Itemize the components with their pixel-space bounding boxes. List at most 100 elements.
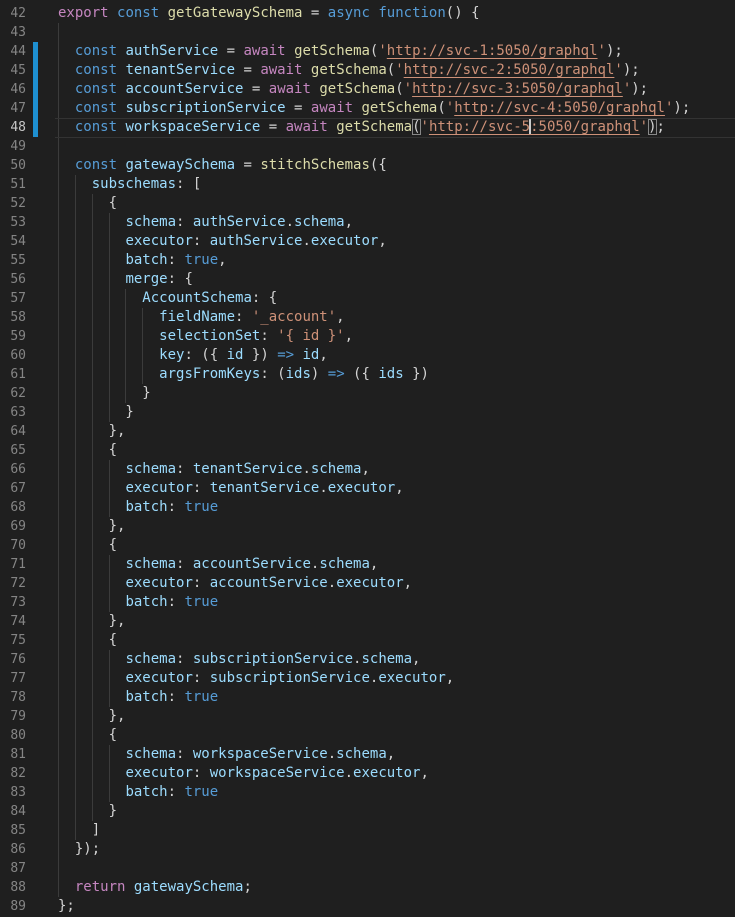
code-line-content[interactable]: }, xyxy=(55,517,735,536)
line-number[interactable]: 66 xyxy=(0,460,55,479)
code-line-content[interactable]: const gatewaySchema = stitchSchemas({ xyxy=(55,156,735,175)
code-line-content[interactable]: executor: authService.executor, xyxy=(55,232,735,251)
code-editor[interactable]: 42export const getGatewaySchema = async … xyxy=(0,0,735,917)
line-number[interactable]: 86 xyxy=(0,840,55,859)
line-number[interactable]: 67 xyxy=(0,479,55,498)
code-line-content[interactable]: batch: true xyxy=(55,498,735,517)
code-line-content[interactable]: const authService = await getSchema('htt… xyxy=(55,42,735,61)
git-modified-indicator[interactable] xyxy=(33,61,38,80)
git-modified-indicator[interactable] xyxy=(33,42,38,61)
line-number[interactable]: 52 xyxy=(0,194,55,213)
line-number[interactable]: 84 xyxy=(0,802,55,821)
git-modified-indicator[interactable] xyxy=(33,99,38,118)
line-number[interactable]: 43 xyxy=(0,23,55,42)
line-number[interactable]: 80 xyxy=(0,726,55,745)
git-modified-indicator[interactable] xyxy=(33,118,38,137)
code-line-content[interactable]: { xyxy=(55,726,735,745)
line-number[interactable]: 44 xyxy=(0,42,55,61)
line-number[interactable]: 48 xyxy=(0,118,55,137)
code-line-content[interactable]: }, xyxy=(55,707,735,726)
code-line-content[interactable]: merge: { xyxy=(55,270,735,289)
code-line-content[interactable]: }, xyxy=(55,422,735,441)
code-line-content[interactable]: { xyxy=(55,194,735,213)
url-link-text[interactable]: http://svc-5 xyxy=(429,119,530,135)
code-line-content[interactable]: ] xyxy=(55,821,735,840)
code-line-content[interactable] xyxy=(55,859,735,878)
line-number[interactable]: 85 xyxy=(0,821,55,840)
line-number[interactable]: 74 xyxy=(0,612,55,631)
code-line-content[interactable]: AccountSchema: { xyxy=(55,289,735,308)
line-number[interactable]: 57 xyxy=(0,289,55,308)
code-line-content[interactable]: executor: tenantService.executor, xyxy=(55,479,735,498)
code-line-content[interactable]: }); xyxy=(55,840,735,859)
code-line-content[interactable]: const workspaceService = await getSchema… xyxy=(55,118,735,137)
code-line-content[interactable]: selectionSet: '{ id }', xyxy=(55,327,735,346)
line-number[interactable]: 59 xyxy=(0,327,55,346)
code-line-content[interactable] xyxy=(55,23,735,42)
code-line-content[interactable]: const accountService = await getSchema('… xyxy=(55,80,735,99)
code-line-content[interactable]: schema: subscriptionService.schema, xyxy=(55,650,735,669)
line-number[interactable]: 83 xyxy=(0,783,55,802)
code-line-content[interactable]: batch: true xyxy=(55,688,735,707)
line-number[interactable]: 76 xyxy=(0,650,55,669)
code-line-content[interactable]: } xyxy=(55,403,735,422)
code-line-content[interactable]: export const getGatewaySchema = async fu… xyxy=(55,4,735,23)
url-link-text[interactable]: :5050/graphql xyxy=(530,119,640,135)
line-number[interactable]: 47 xyxy=(0,99,55,118)
git-modified-indicator[interactable] xyxy=(33,80,38,99)
line-number[interactable]: 75 xyxy=(0,631,55,650)
code-line-content[interactable]: const tenantService = await getSchema('h… xyxy=(55,61,735,80)
line-number[interactable]: 69 xyxy=(0,517,55,536)
code-line-content[interactable]: schema: authService.schema, xyxy=(55,213,735,232)
line-number[interactable]: 73 xyxy=(0,593,55,612)
code-line-content[interactable]: schema: workspaceService.schema, xyxy=(55,745,735,764)
line-number[interactable]: 64 xyxy=(0,422,55,441)
line-number[interactable]: 68 xyxy=(0,498,55,517)
line-number[interactable]: 82 xyxy=(0,764,55,783)
code-line-content[interactable]: } xyxy=(55,802,735,821)
line-number[interactable]: 79 xyxy=(0,707,55,726)
line-number[interactable]: 87 xyxy=(0,859,55,878)
line-number[interactable]: 55 xyxy=(0,251,55,270)
line-number[interactable]: 78 xyxy=(0,688,55,707)
line-number[interactable]: 65 xyxy=(0,441,55,460)
line-number[interactable]: 88 xyxy=(0,878,55,897)
code-line-content[interactable]: }; xyxy=(55,897,735,916)
line-number[interactable]: 81 xyxy=(0,745,55,764)
line-number[interactable]: 56 xyxy=(0,270,55,289)
line-number[interactable]: 61 xyxy=(0,365,55,384)
code-line-content[interactable]: batch: true xyxy=(55,783,735,802)
line-number[interactable]: 53 xyxy=(0,213,55,232)
line-number[interactable]: 60 xyxy=(0,346,55,365)
code-line-content[interactable]: }, xyxy=(55,612,735,631)
code-line-content[interactable]: schema: accountService.schema, xyxy=(55,555,735,574)
line-number[interactable]: 45 xyxy=(0,61,55,80)
code-line-content[interactable]: { xyxy=(55,441,735,460)
code-line-content[interactable]: subschemas: [ xyxy=(55,175,735,194)
code-line-content[interactable]: schema: tenantService.schema, xyxy=(55,460,735,479)
url-link-text[interactable]: http://svc-4:5050/graphql xyxy=(454,100,665,116)
code-line-content[interactable]: argsFromKeys: (ids) => ({ ids }) xyxy=(55,365,735,384)
code-line-content[interactable]: executor: subscriptionService.executor, xyxy=(55,669,735,688)
url-link-text[interactable]: http://svc-3:5050/graphql xyxy=(412,81,623,97)
code-line-content[interactable]: key: ({ id }) => id, xyxy=(55,346,735,365)
url-link-text[interactable]: http://svc-1:5050/graphql xyxy=(387,43,598,59)
code-line-content[interactable]: batch: true xyxy=(55,593,735,612)
line-number[interactable]: 58 xyxy=(0,308,55,327)
code-line-content[interactable]: executor: accountService.executor, xyxy=(55,574,735,593)
code-line-content[interactable]: fieldName: '_account', xyxy=(55,308,735,327)
code-line-content[interactable] xyxy=(55,137,735,156)
line-number[interactable]: 54 xyxy=(0,232,55,251)
line-number[interactable]: 49 xyxy=(0,137,55,156)
line-number[interactable]: 42 xyxy=(0,4,55,23)
line-number[interactable]: 46 xyxy=(0,80,55,99)
line-number[interactable]: 50 xyxy=(0,156,55,175)
line-number[interactable]: 51 xyxy=(0,175,55,194)
code-line-content[interactable]: } xyxy=(55,384,735,403)
line-number[interactable]: 71 xyxy=(0,555,55,574)
line-number[interactable]: 89 xyxy=(0,897,55,916)
code-line-content[interactable]: { xyxy=(55,536,735,555)
code-line-content[interactable]: batch: true, xyxy=(55,251,735,270)
line-number[interactable]: 77 xyxy=(0,669,55,688)
code-line-content[interactable]: { xyxy=(55,631,735,650)
